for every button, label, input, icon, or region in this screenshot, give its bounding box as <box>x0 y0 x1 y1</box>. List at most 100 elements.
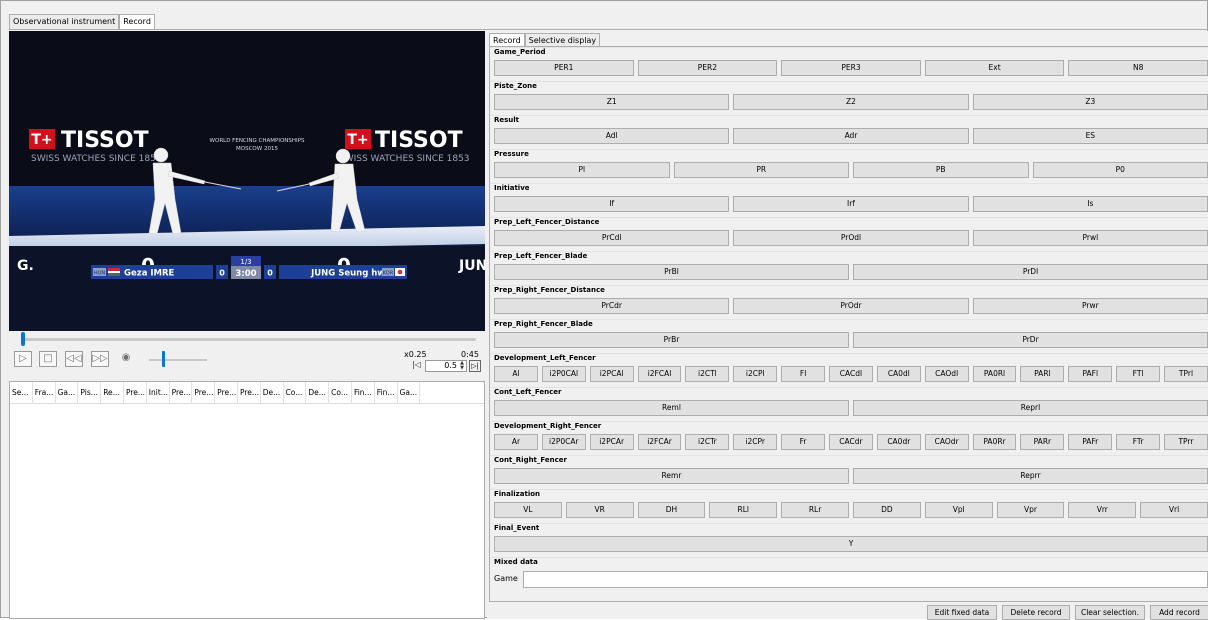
criterion-button-prbr[interactable]: PrBr <box>494 332 849 348</box>
criterion-button-caodl[interactable]: CAOdl <box>925 366 969 382</box>
criterion-button-adr[interactable]: Adr <box>733 128 968 144</box>
criterion-button-fl[interactable]: Fl <box>781 366 825 382</box>
criterion-button-reml[interactable]: Reml <box>494 400 849 416</box>
records-table[interactable]: Se...Fra...Ga...Pis...Re...Pre...Init...… <box>9 381 485 619</box>
speed-spinbox[interactable]: 0.5 ▲▼ <box>425 360 467 372</box>
volume-handle[interactable] <box>162 351 165 367</box>
column-header[interactable]: Fra... <box>33 382 56 403</box>
seek-bar[interactable] <box>21 338 476 341</box>
criterion-button-i2fcal[interactable]: i2FCAl <box>638 366 682 382</box>
tab-observational-instrument[interactable]: Observational instrument <box>9 14 119 29</box>
criterion-button-z2[interactable]: Z2 <box>733 94 968 110</box>
column-header[interactable]: Fin... <box>352 382 375 403</box>
frame-forward-icon[interactable]: ▷| <box>469 360 481 372</box>
criterion-button-caodr[interactable]: CAOdr <box>925 434 969 450</box>
criterion-button-n8[interactable]: N8 <box>1068 60 1208 76</box>
video-player[interactable]: T+ TISSOT SWISS WATCHES SINCE 1853 WORLD… <box>9 31 485 331</box>
spin-arrows-icon[interactable]: ▲▼ <box>458 361 466 371</box>
column-header[interactable]: Pre... <box>238 382 261 403</box>
criterion-button-is[interactable]: Is <box>973 196 1208 212</box>
criterion-button-vl[interactable]: VL <box>494 502 562 518</box>
column-header[interactable]: Co... <box>284 382 307 403</box>
criterion-button-pr[interactable]: PR <box>674 162 850 178</box>
criterion-button-ext[interactable]: Ext <box>925 60 1065 76</box>
criterion-button-z1[interactable]: Z1 <box>494 94 729 110</box>
column-header[interactable]: Re... <box>101 382 124 403</box>
game-input[interactable] <box>523 571 1208 588</box>
play-icon[interactable]: ▷ <box>14 351 32 367</box>
criterion-button-prwl[interactable]: Prwl <box>973 230 1208 246</box>
criterion-button-prcdr[interactable]: PrCdr <box>494 298 729 314</box>
criterion-button-tprr[interactable]: TPrr <box>1164 434 1208 450</box>
criterion-button-prodl[interactable]: PrOdl <box>733 230 968 246</box>
criterion-button-if[interactable]: If <box>494 196 729 212</box>
column-header[interactable]: Se... <box>10 382 33 403</box>
criterion-button-rll[interactable]: RLl <box>709 502 777 518</box>
column-header[interactable]: Ga... <box>56 382 79 403</box>
criterion-button-i2p0car[interactable]: i2P0CAr <box>542 434 586 450</box>
criterion-button-prdl[interactable]: PrDl <box>853 264 1208 280</box>
criterion-button-dh[interactable]: DH <box>638 502 706 518</box>
criterion-button-prbl[interactable]: PrBl <box>494 264 849 280</box>
seek-handle[interactable] <box>21 332 25 346</box>
criterion-button-parr[interactable]: PARr <box>1020 434 1064 450</box>
column-header[interactable]: Pre... <box>192 382 215 403</box>
criterion-button-y[interactable]: Y <box>494 536 1208 552</box>
criterion-button-per3[interactable]: PER3 <box>781 60 921 76</box>
criterion-button-vrl[interactable]: Vrl <box>1140 502 1208 518</box>
criterion-button-al[interactable]: Al <box>494 366 538 382</box>
tab-selective-display[interactable]: Selective display <box>525 33 601 47</box>
column-header[interactable]: De... <box>261 382 284 403</box>
criterion-button-i2fcar[interactable]: i2FCAr <box>638 434 682 450</box>
column-header[interactable]: Init... <box>147 382 170 403</box>
criterion-button-i2ctr[interactable]: i2CTr <box>685 434 729 450</box>
fast-forward-icon[interactable]: ▷▷ <box>91 351 109 367</box>
criterion-button-z3[interactable]: Z3 <box>973 94 1208 110</box>
criterion-button-p0[interactable]: P0 <box>1033 162 1208 178</box>
criterion-button-rlr[interactable]: RLr <box>781 502 849 518</box>
criterion-button-reprr[interactable]: Reprr <box>853 468 1208 484</box>
criterion-button-parl[interactable]: PARl <box>1020 366 1064 382</box>
column-header[interactable]: Fin... <box>375 382 398 403</box>
criterion-button-pl[interactable]: Pl <box>494 162 670 178</box>
column-header[interactable]: Ga... <box>398 382 421 403</box>
criterion-button-tprl[interactable]: TPrl <box>1164 366 1208 382</box>
criterion-button-irf[interactable]: Irf <box>733 196 968 212</box>
criterion-button-i2p0cal[interactable]: i2P0CAl <box>542 366 586 382</box>
criterion-button-prodr[interactable]: PrOdr <box>733 298 968 314</box>
criterion-button-cacdr[interactable]: CACdr <box>829 434 873 450</box>
tab-record[interactable]: Record <box>119 14 155 30</box>
criterion-button-pafr[interactable]: PAFr <box>1068 434 1112 450</box>
volume-slider[interactable] <box>149 359 207 361</box>
criterion-button-pa0rr[interactable]: PA0Rr <box>973 434 1017 450</box>
criterion-button-pb[interactable]: PB <box>853 162 1029 178</box>
frame-back-icon[interactable]: |◁ <box>412 360 422 371</box>
column-header[interactable]: Pre... <box>215 382 238 403</box>
criterion-button-prwr[interactable]: Prwr <box>973 298 1208 314</box>
column-header[interactable]: Pre... <box>170 382 193 403</box>
stop-icon[interactable]: □ <box>39 351 57 367</box>
column-header[interactable]: Co... <box>329 382 352 403</box>
criterion-button-vrr[interactable]: Vrr <box>1068 502 1136 518</box>
criterion-button-adl[interactable]: Adl <box>494 128 729 144</box>
criterion-button-i2cpl[interactable]: i2CPl <box>733 366 777 382</box>
criterion-button-ftr[interactable]: FTr <box>1116 434 1160 450</box>
criterion-button-cacdl[interactable]: CACdl <box>829 366 873 382</box>
criterion-button-pafl[interactable]: PAFl <box>1068 366 1112 382</box>
criterion-button-ar[interactable]: Ar <box>494 434 538 450</box>
criterion-button-i2pcal[interactable]: i2PCAl <box>590 366 634 382</box>
criterion-button-i2cpr[interactable]: i2CPr <box>733 434 777 450</box>
criterion-button-per1[interactable]: PER1 <box>494 60 634 76</box>
criterion-button-i2ctl[interactable]: i2CTl <box>685 366 729 382</box>
criterion-button-pa0rl[interactable]: PA0Rl <box>973 366 1017 382</box>
criterion-button-vr[interactable]: VR <box>566 502 634 518</box>
volume-icon[interactable]: ◉ <box>117 351 135 367</box>
criterion-button-ca0dr[interactable]: CA0dr <box>877 434 921 450</box>
criterion-button-reprl[interactable]: Reprl <box>853 400 1208 416</box>
rewind-icon[interactable]: ◁◁ <box>65 351 83 367</box>
criterion-button-prdr[interactable]: PrDr <box>853 332 1208 348</box>
criterion-button-dd[interactable]: DD <box>853 502 921 518</box>
column-header[interactable]: Pre... <box>124 382 147 403</box>
criterion-button-fr[interactable]: Fr <box>781 434 825 450</box>
criterion-button-prcdl[interactable]: PrCdl <box>494 230 729 246</box>
